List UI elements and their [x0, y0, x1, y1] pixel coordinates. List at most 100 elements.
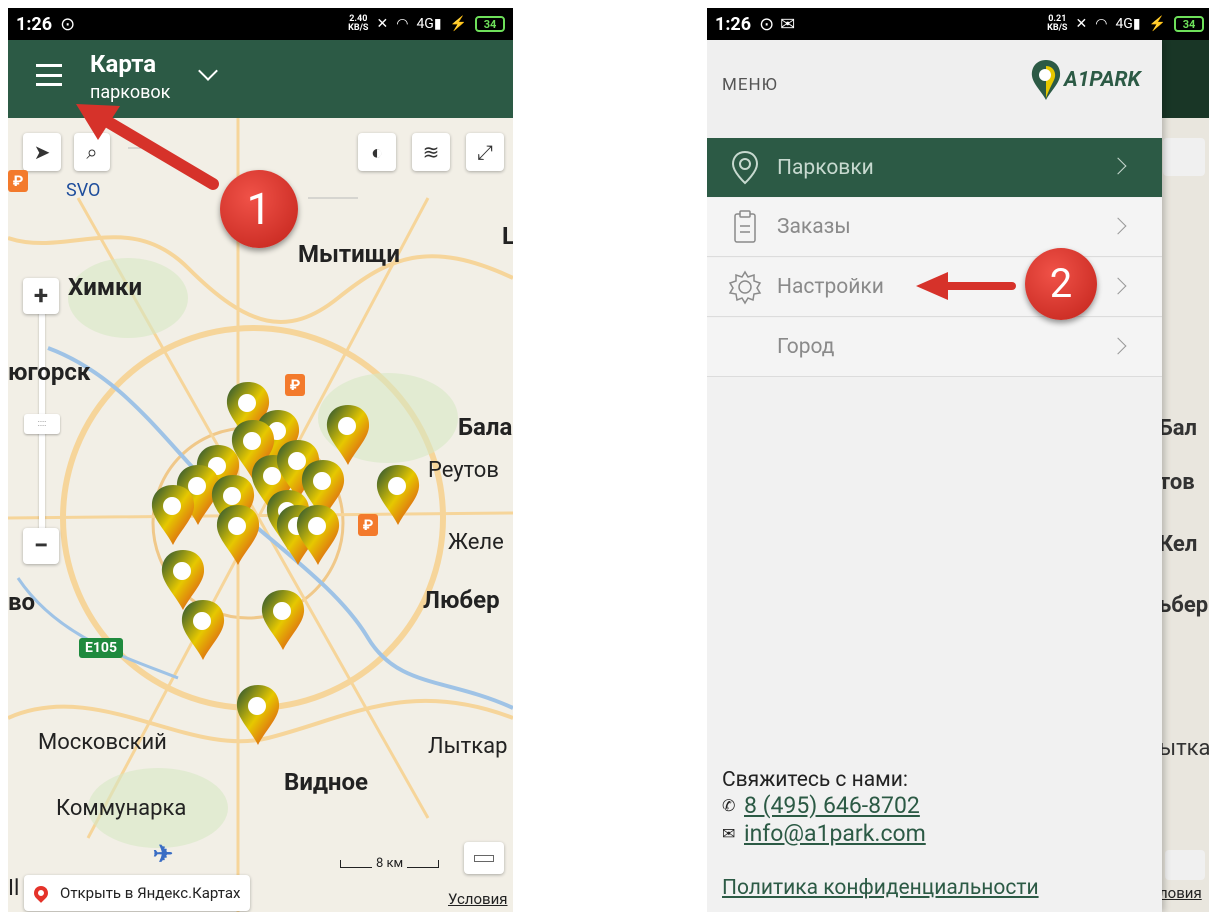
- chevron-right-icon: [1109, 337, 1127, 355]
- email-link[interactable]: info@a1park.com: [744, 820, 926, 848]
- silent-icon: ✕: [1075, 16, 1088, 32]
- menu-item-label: Парковки: [777, 155, 874, 180]
- map-scale: 8 км: [340, 856, 440, 871]
- parking-marker[interactable]: [293, 503, 343, 569]
- signal-icon: 4G▮: [416, 16, 442, 32]
- expand-icon: ⤢: [477, 140, 493, 164]
- menu-item-label: Город: [777, 335, 835, 359]
- battery-icon: 34: [475, 16, 505, 32]
- parking-marker[interactable]: [373, 463, 423, 529]
- chevron-down-icon[interactable]: [198, 61, 218, 81]
- zoom-out-button[interactable]: −: [23, 528, 59, 564]
- map-label-zheleznodorozhny: Желе: [448, 530, 504, 555]
- status-bar: 1:26 ⊙ ✉ 0.21 KB/S ✕ ◠ 4G▮ ⚡ 34: [707, 8, 1209, 40]
- menu-item-parkings[interactable]: Парковки: [707, 138, 1162, 197]
- parking-marker[interactable]: [213, 503, 263, 569]
- ruler-button[interactable]: [464, 842, 504, 874]
- alarm-icon: ⊙: [759, 13, 775, 35]
- navigation-drawer: МЕНЮ A1PARK Парковки Заказы Настройки Го…: [707, 40, 1162, 912]
- map-peek: Бал тов Кел ьбер ытка ловия МЕНЮ A1PARK: [707, 40, 1209, 912]
- map-peek-label: ьбер: [1159, 593, 1209, 618]
- net-speed: 0.21 KB/S: [1047, 14, 1068, 33]
- map-label-khimki: Химки: [68, 273, 143, 301]
- menu-item-label: Настройки: [777, 275, 884, 299]
- terms-link-dimmed: ловия: [1159, 884, 1202, 902]
- app-title: Карта: [90, 50, 157, 78]
- parking-marker[interactable]: [233, 683, 283, 749]
- traffic-icon: ◐: [370, 139, 384, 164]
- route-e105-badge: E105: [79, 638, 123, 658]
- map-label-edge-left: Il: [8, 876, 20, 901]
- map-label-dolgoprudny: югорск: [8, 358, 91, 386]
- map-label-mytishchi: Мытищи: [298, 240, 400, 268]
- annotation-arrow-2: [916, 272, 1016, 300]
- location-pin-icon: [719, 148, 771, 188]
- map-label-lyubertsy: Любер: [423, 586, 500, 614]
- contact-title: Свяжитесь с нами:: [722, 768, 908, 792]
- fullscreen-button-dimmed: [1163, 138, 1205, 176]
- gear-icon: [719, 267, 771, 307]
- hamburger-menu-icon[interactable]: [36, 64, 62, 86]
- zoom-in-button[interactable]: +: [23, 278, 59, 314]
- paid-parking-icon: ₽: [285, 374, 305, 396]
- chevron-right-icon: [1109, 277, 1127, 295]
- layers-button[interactable]: ≋: [412, 133, 450, 171]
- airport-icon: ✈: [153, 840, 174, 868]
- menu-item-city[interactable]: Город: [707, 318, 1162, 377]
- ruler-icon: [474, 854, 494, 862]
- wifi-icon: ◠: [1095, 16, 1108, 32]
- open-in-yandex-button[interactable]: Открыть в Яндекс.Картах: [24, 875, 251, 911]
- charging-icon: ⚡: [449, 16, 467, 32]
- layers-icon: ≋: [422, 140, 440, 164]
- a1park-logo-icon: [1031, 60, 1061, 100]
- map-peek-label: ытка: [1159, 736, 1209, 761]
- map-peek-label: Бал: [1159, 416, 1198, 441]
- menu-item-orders[interactable]: Заказы: [707, 198, 1162, 257]
- signal-icon: 4G▮: [1115, 16, 1141, 32]
- parking-marker[interactable]: [148, 483, 198, 549]
- parking-marker[interactable]: [258, 588, 308, 654]
- parking-marker[interactable]: [323, 403, 373, 469]
- drawer-header: МЕНЮ A1PARK: [707, 40, 1162, 138]
- step-badge-1: 1: [220, 170, 298, 248]
- battery-icon: 34: [1174, 16, 1204, 32]
- map-label-vo: во: [8, 588, 36, 616]
- phone-link[interactable]: 8 (495) 646-8702: [744, 792, 920, 820]
- net-speed: 2.40 KB/S: [348, 14, 369, 33]
- map-label-kommunarka: Коммунарка: [56, 796, 187, 821]
- locate-me-button[interactable]: ➤: [23, 133, 61, 171]
- ruler-button-dimmed: [1165, 850, 1205, 880]
- paid-parking-icon: ₽: [8, 170, 28, 192]
- step-badge-2: 2: [1025, 248, 1097, 320]
- fullscreen-button[interactable]: ⤢: [466, 133, 504, 171]
- menu-screen: 1:26 ⊙ ✉ 0.21 KB/S ✕ ◠ 4G▮ ⚡ 34 Бал тов К…: [707, 8, 1209, 912]
- contact-block: Свяжитесь с нами: ✆ 8 (495) 646-8702 ✉ i…: [722, 768, 926, 848]
- dimmed-appbar: [1157, 40, 1209, 118]
- map-peek-label: тов: [1159, 470, 1195, 495]
- status-time: 1:26: [16, 13, 53, 35]
- parking-marker[interactable]: [178, 598, 228, 664]
- zoom-slider-thumb[interactable]: ::::: [24, 414, 60, 434]
- map-peek-label: Кел: [1159, 532, 1198, 557]
- map-label-vidnoe: Видное: [284, 768, 368, 796]
- navigation-arrow-icon: ➤: [33, 140, 51, 164]
- clipboard-icon: [719, 207, 771, 247]
- map-label-moskovsky: Московский: [38, 730, 167, 755]
- privacy-policy-link[interactable]: Политика конфиденциальности: [722, 876, 1039, 900]
- status-time: 1:26: [715, 13, 752, 35]
- logo-text: A1PARK: [1064, 68, 1141, 92]
- chevron-right-icon: [1109, 217, 1127, 235]
- mail-icon: ✉: [722, 824, 736, 843]
- open-in-yandex-label: Открыть в Яндекс.Картах: [60, 884, 241, 902]
- map-screen: 1:26 ⊙ 2.40 KB/S ✕ ◠ 4G▮ ⚡ 34 Карта парко…: [8, 8, 513, 912]
- mail-icon: ✉: [780, 13, 796, 35]
- alarm-icon: ⊙: [60, 13, 76, 35]
- menu-item-label: Заказы: [777, 215, 851, 239]
- silent-icon: ✕: [376, 16, 389, 32]
- map-label-reutov: Реутов: [428, 458, 499, 483]
- charging-icon: ⚡: [1148, 16, 1166, 32]
- map-label-balashikha: Бала: [458, 413, 513, 441]
- traffic-toggle-button[interactable]: ◐: [358, 133, 396, 171]
- chevron-right-icon: [1109, 157, 1127, 175]
- terms-link[interactable]: Условия: [448, 890, 508, 908]
